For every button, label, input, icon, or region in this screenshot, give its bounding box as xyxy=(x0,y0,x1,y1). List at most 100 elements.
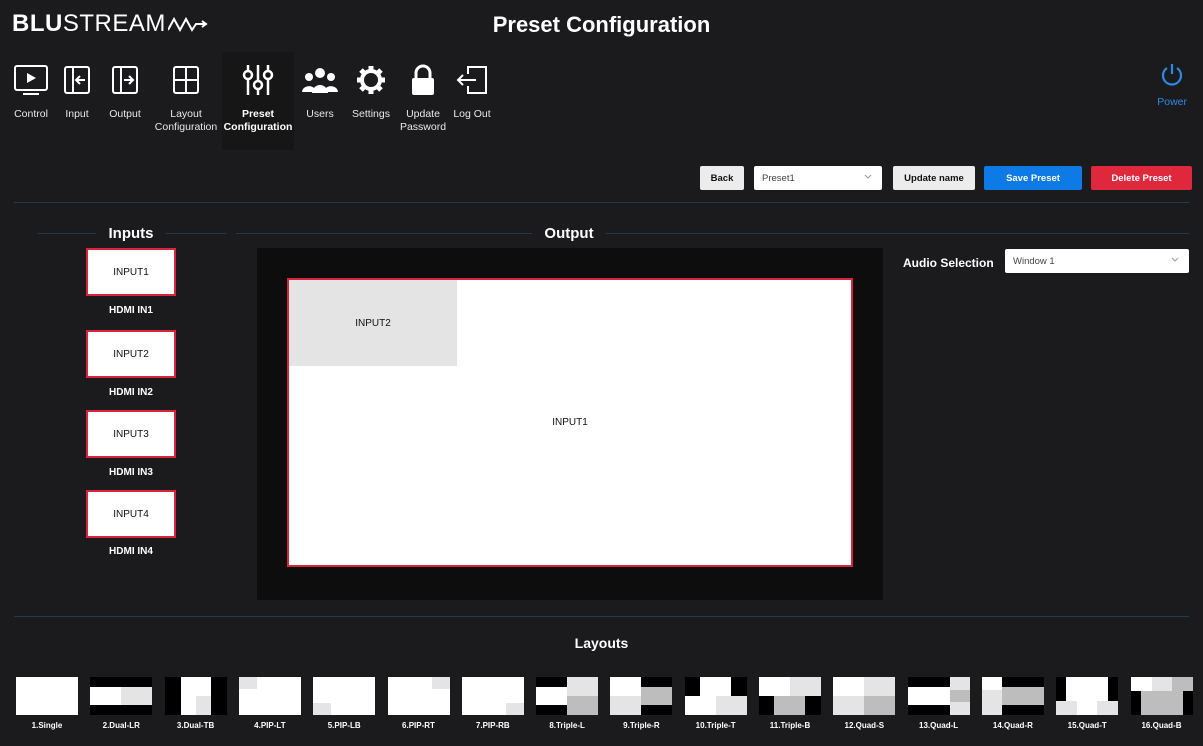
output-arrow-icon xyxy=(112,66,138,94)
divider xyxy=(14,202,1189,203)
layout-label: 10.Triple-T xyxy=(695,721,736,730)
nav-preset-configuration[interactable]: Preset Configuration xyxy=(222,52,294,150)
layout-thumb-2[interactable]: 2.Dual-LR xyxy=(90,677,153,730)
nav-label: Users xyxy=(306,108,334,120)
layout-preview xyxy=(313,677,376,715)
divider xyxy=(236,233,532,234)
preset-select[interactable]: Preset1 xyxy=(754,166,882,190)
nav-label: Output xyxy=(109,108,141,120)
nav-label: Control xyxy=(14,108,48,120)
layout-preview xyxy=(1056,677,1119,715)
preset-select-value: Preset1 xyxy=(762,172,795,184)
header: BLU STREAM Preset Configuration Control I… xyxy=(0,0,1203,202)
layout-thumb-5[interactable]: 5.PIP-LB xyxy=(313,677,376,730)
window-2-source: INPUT2 xyxy=(355,318,391,329)
layout-preview xyxy=(164,677,227,715)
layout-preview xyxy=(16,677,78,715)
nav-settings[interactable]: Settings xyxy=(346,52,396,150)
update-name-button[interactable]: Update name xyxy=(893,166,975,190)
audio-selection-value: Window 1 xyxy=(1013,255,1055,267)
layout-thumb-4[interactable]: 4.PIP-LT xyxy=(238,677,301,730)
layout-preview xyxy=(759,677,821,715)
layout-preview xyxy=(610,677,673,715)
layout-label: 12.Quad-S xyxy=(844,721,885,730)
logout-icon xyxy=(456,66,487,94)
divider xyxy=(38,233,96,234)
layout-thumb-10[interactable]: 10.Triple-T xyxy=(684,677,747,730)
layout-thumb-16[interactable]: 16.Quad-B xyxy=(1130,677,1193,730)
power-button[interactable]: Power xyxy=(1157,62,1187,108)
layout-thumb-8[interactable]: 8.Triple-L xyxy=(536,677,599,730)
layout-thumb-11[interactable]: 11.Triple-B xyxy=(759,677,821,730)
chevron-down-icon xyxy=(1171,257,1179,262)
layout-thumb-12[interactable]: 12.Quad-S xyxy=(833,677,896,730)
sliders-icon xyxy=(242,65,274,95)
layout-preview xyxy=(907,677,970,715)
nav-update-password[interactable]: Update Password xyxy=(396,52,450,150)
page-title: Preset Configuration xyxy=(492,12,711,37)
layout-preview xyxy=(1130,677,1193,715)
input-name-2: HDMI IN2 xyxy=(109,387,153,398)
nav-label: Settings xyxy=(352,108,390,120)
audio-selection-label: Audio Selection xyxy=(903,256,994,270)
layout-preview xyxy=(536,677,599,715)
layout-label: 4.PIP-LT xyxy=(254,721,286,730)
nav-label: Preset Configuration xyxy=(223,108,293,133)
input-name-3: HDMI IN3 xyxy=(109,467,153,478)
input-name-4: HDMI IN4 xyxy=(109,546,153,557)
input-card-3[interactable]: INPUT3 xyxy=(86,410,176,458)
power-icon xyxy=(1162,64,1183,86)
nav-label: Layout Configuration xyxy=(154,108,218,133)
layout-label: 7.PIP-RB xyxy=(475,721,510,730)
window-1-source: INPUT1 xyxy=(552,417,588,428)
nav-control[interactable]: Control xyxy=(8,52,54,150)
input-card-2[interactable]: INPUT2 xyxy=(86,330,176,378)
nav-input[interactable]: Input xyxy=(54,52,100,150)
layout-preview xyxy=(833,677,896,715)
layouts-title: Layouts xyxy=(574,635,629,651)
layout-thumb-15[interactable]: 15.Quad-T xyxy=(1056,677,1119,730)
input-card-1[interactable]: INPUT1 xyxy=(86,248,176,296)
nav-users[interactable]: Users xyxy=(294,52,346,150)
layout-preview xyxy=(387,677,450,715)
users-icon xyxy=(302,68,338,93)
delete-preset-button[interactable]: Delete Preset xyxy=(1091,166,1192,190)
divider xyxy=(606,233,1189,234)
back-button[interactable]: Back xyxy=(700,166,744,190)
layout-label: 9.Triple-R xyxy=(623,721,660,730)
output-title: Output xyxy=(544,225,594,242)
divider xyxy=(14,616,1189,617)
output-window-2[interactable]: INPUT2 xyxy=(289,280,457,366)
nav-label: Input xyxy=(65,108,89,120)
layout-label: 5.PIP-LB xyxy=(327,721,361,730)
input-card-4[interactable]: INPUT4 xyxy=(86,490,176,538)
inputs-title: Inputs xyxy=(108,225,154,242)
layout-thumb-7[interactable]: 7.PIP-RB xyxy=(461,677,524,730)
layout-preview xyxy=(461,677,524,715)
layout-thumb-3[interactable]: 3.Dual-TB xyxy=(164,677,227,730)
layout-label: 11.Triple-B xyxy=(769,721,811,730)
layout-thumb-1[interactable]: 1.Single xyxy=(16,677,78,730)
nav-label: Log Out xyxy=(453,108,491,120)
grid-layout-icon xyxy=(173,66,199,94)
layout-label: 14.Quad-R xyxy=(992,721,1033,730)
layout-label: 2.Dual-LR xyxy=(102,721,140,730)
layout-label: 15.Quad-T xyxy=(1067,721,1107,730)
layout-thumb-13[interactable]: 13.Quad-L xyxy=(907,677,970,730)
layout-thumb-9[interactable]: 9.Triple-R xyxy=(610,677,673,730)
save-preset-button[interactable]: Save Preset xyxy=(984,166,1082,190)
layout-thumb-6[interactable]: 6.PIP-RT xyxy=(387,677,450,730)
layout-preview xyxy=(684,677,747,715)
nav-label: Update Password xyxy=(399,108,447,133)
nav-layout-configuration[interactable]: Layout Configuration xyxy=(150,52,222,150)
audio-selection-select[interactable]: Window 1 xyxy=(1005,249,1189,273)
gear-icon xyxy=(357,66,385,94)
nav-output[interactable]: Output xyxy=(100,52,150,150)
layout-label: 3.Dual-TB xyxy=(176,721,215,730)
layout-thumb-14[interactable]: 14.Quad-R xyxy=(981,677,1044,730)
layout-label: 6.PIP-RT xyxy=(402,721,435,730)
nav-log-out[interactable]: Log Out xyxy=(450,52,494,150)
layout-preview xyxy=(90,677,153,715)
layout-preview xyxy=(238,677,301,715)
monitor-play-icon xyxy=(14,65,48,95)
